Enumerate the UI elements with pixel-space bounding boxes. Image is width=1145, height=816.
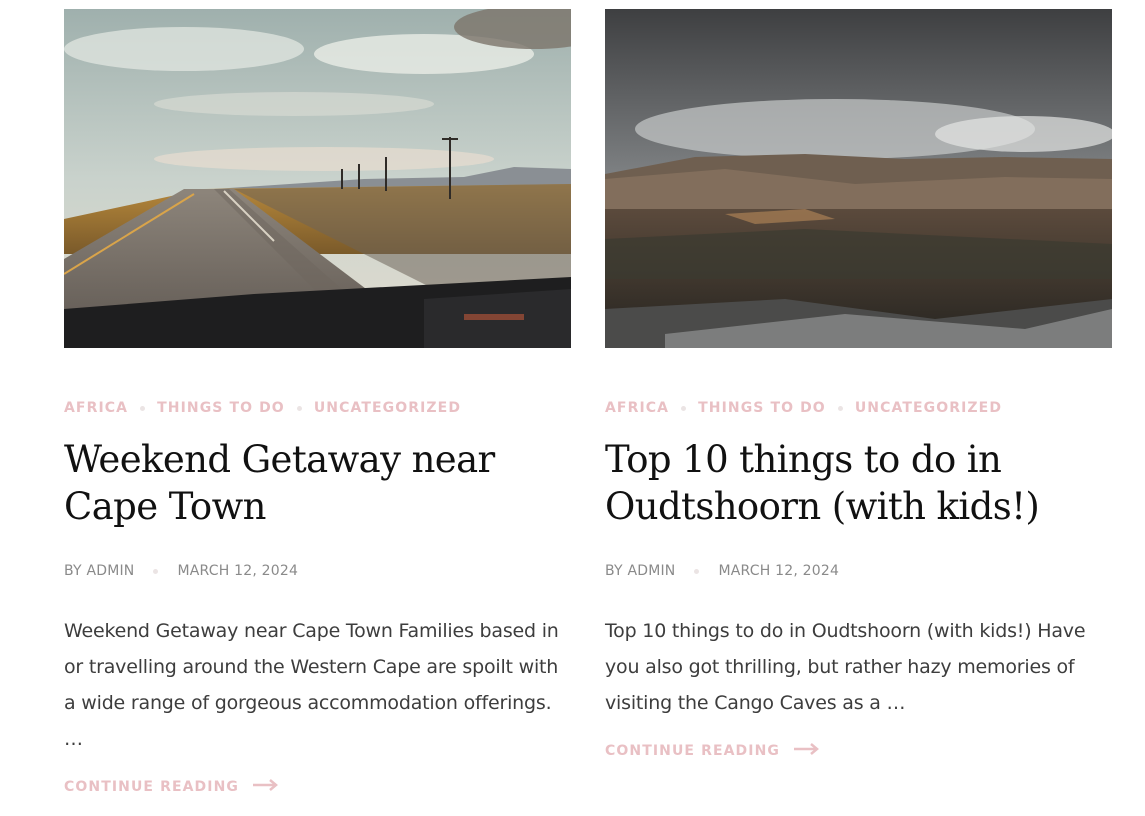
- post-author-link[interactable]: BY ADMIN: [64, 563, 134, 579]
- category-link-africa[interactable]: AFRICA: [605, 400, 669, 416]
- arrow-right-icon: [794, 743, 820, 759]
- post-excerpt: Top 10 things to do in Oudtshoorn (with …: [605, 620, 1086, 714]
- category-link-things-to-do[interactable]: THINGS TO DO: [698, 400, 826, 416]
- category-separator-dot: [296, 405, 302, 411]
- post-card: AFRICA THINGS TO DO UNCATEGORIZED Weeken…: [64, 9, 571, 795]
- post-thumbnail-link[interactable]: [605, 9, 1112, 348]
- road-trip-image: [64, 9, 571, 348]
- continue-reading-link[interactable]: CONTINUE READING: [64, 779, 571, 795]
- continue-reading-label: CONTINUE READING: [64, 779, 239, 795]
- post-title-link[interactable]: Top 10 things to do in Oudtshoorn (with …: [605, 436, 1112, 530]
- post-meta: BY ADMIN MARCH 12, 2024: [605, 563, 1112, 579]
- post-date: MARCH 12, 2024: [718, 563, 840, 579]
- category-separator-dot: [140, 405, 146, 411]
- post-title-link[interactable]: Weekend Getaway near Cape Town: [64, 436, 571, 530]
- category-separator-dot: [681, 405, 687, 411]
- category-separator-dot: [837, 405, 843, 411]
- post-excerpt: Weekend Getaway near Cape Town Families …: [64, 620, 559, 750]
- post-thumbnail-link[interactable]: [64, 9, 571, 348]
- category-link-africa[interactable]: AFRICA: [64, 400, 128, 416]
- post-categories: AFRICA THINGS TO DO UNCATEGORIZED: [64, 399, 571, 417]
- continue-reading-label: CONTINUE READING: [605, 743, 780, 759]
- continue-reading-link[interactable]: CONTINUE READING: [605, 743, 1112, 759]
- post-meta: BY ADMIN MARCH 12, 2024: [64, 563, 571, 579]
- post-card: AFRICA THINGS TO DO UNCATEGORIZED Top 10…: [605, 9, 1112, 759]
- post-author-link[interactable]: BY ADMIN: [605, 563, 675, 579]
- post-date: MARCH 12, 2024: [177, 563, 299, 579]
- post-categories: AFRICA THINGS TO DO UNCATEGORIZED: [605, 399, 1112, 417]
- meta-separator-dot: [153, 568, 159, 574]
- category-link-uncategorized[interactable]: UNCATEGORIZED: [314, 400, 461, 416]
- meta-separator-dot: [694, 568, 700, 574]
- category-link-things-to-do[interactable]: THINGS TO DO: [157, 400, 285, 416]
- category-link-uncategorized[interactable]: UNCATEGORIZED: [855, 400, 1002, 416]
- mountain-valley-image: [605, 9, 1112, 348]
- arrow-right-icon: [253, 779, 279, 795]
